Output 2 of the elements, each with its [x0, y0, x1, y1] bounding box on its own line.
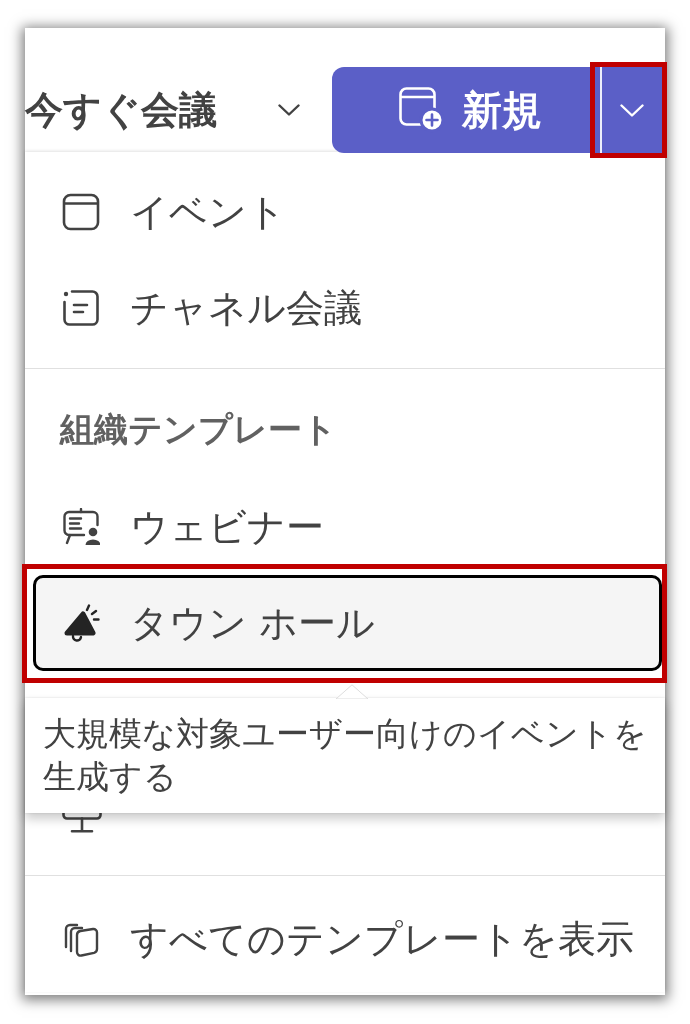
tooltip: 大規模な対象ユーザー向けのイベントを生成する: [25, 698, 665, 813]
section-heading: 組織テンプレート: [60, 408, 337, 451]
